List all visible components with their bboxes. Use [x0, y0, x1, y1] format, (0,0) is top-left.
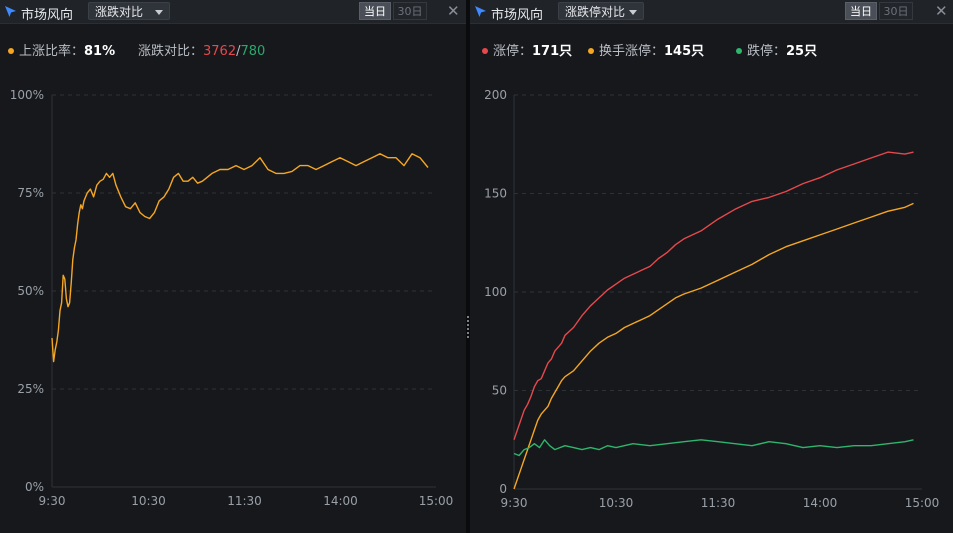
x-tick-label: 9:30 [501, 496, 528, 510]
series-line-跌停 [513, 439, 914, 457]
y-tick-label: 0% [25, 480, 44, 494]
series-line-涨停 [513, 151, 914, 441]
y-tick-label: 200 [484, 88, 507, 102]
y-tick-label: 50 [492, 384, 507, 398]
y-tick-label: 100 [484, 285, 507, 299]
up-ratio-line-chart: 100% 75% 50% 25% 0%9:30 10:30 11:30 14:00 15:00 [10, 88, 454, 508]
x-tick-label: 11:30 [701, 496, 736, 510]
limit-up-down-line-chart: 200 150 100 50 09:30 10:30 11:30 14:00 15:00 [484, 88, 940, 510]
splitter-grip-icon[interactable] [467, 316, 469, 338]
x-tick-label: 11:30 [227, 494, 262, 508]
x-tick-label: 14:00 [323, 494, 358, 508]
y-tick-label: 75% [17, 186, 44, 200]
x-tick-label: 10:30 [599, 496, 634, 510]
y-tick-label: 50% [17, 284, 44, 298]
market-trend-panel-left: 市场风向 涨跌对比 当日 30日 ✕ 上涨比率：81% 涨跌对比：3762/78… [0, 0, 466, 533]
y-tick-label: 100% [10, 88, 44, 102]
x-tick-label: 15:00 [419, 494, 454, 508]
y-tick-label: 0 [499, 482, 507, 496]
x-tick-label: 15:00 [905, 496, 940, 510]
series-line-上涨比率 [51, 153, 429, 363]
x-tick-label: 9:30 [39, 494, 66, 508]
y-tick-label: 150 [484, 187, 507, 201]
x-tick-label: 10:30 [131, 494, 166, 508]
y-tick-label: 25% [17, 382, 44, 396]
market-trend-panel-right: 市场风向 涨跌停对比 当日 30日 ✕ 涨停：171只 换手涨停：145只 跌停… [470, 0, 953, 533]
x-tick-label: 14:00 [803, 496, 838, 510]
